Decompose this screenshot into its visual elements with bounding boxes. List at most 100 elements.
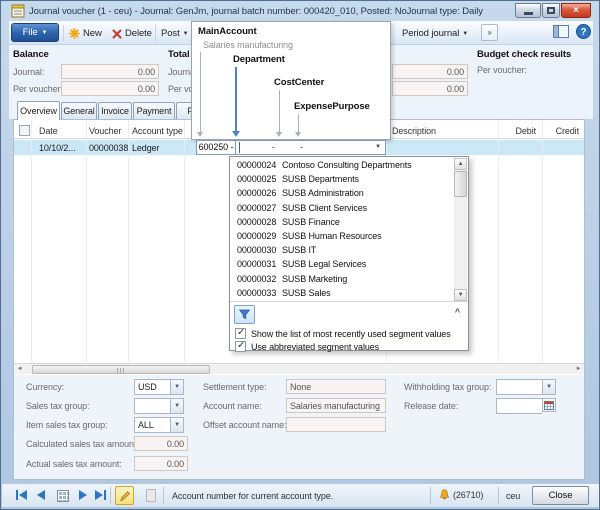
scroll-right-icon[interactable]: ► <box>573 365 584 374</box>
lookup-item[interactable]: 00000028SUSB Finance <box>230 215 455 229</box>
nav-first-record-button[interactable] <box>16 490 27 500</box>
edit-mode-button[interactable] <box>115 486 134 505</box>
lookup-item[interactable]: 00000030SUSB IT <box>230 243 455 257</box>
column-header-credit[interactable]: Credit <box>546 126 579 136</box>
horizontal-scrollbar[interactable]: ◄ ► <box>14 363 584 374</box>
department-segment-placeholder[interactable]: - <box>272 142 275 152</box>
scroll-down-icon[interactable]: ▼ <box>454 289 467 301</box>
lookup-item[interactable]: 00000024Contoso Consulting Departments <box>230 158 455 172</box>
text-cursor <box>239 142 240 153</box>
sales-tax-group-combo[interactable]: ▼ <box>134 398 184 414</box>
scroll-up-icon[interactable]: ▲ <box>454 158 467 170</box>
lookup-item[interactable]: 00000027SUSB Client Services <box>230 201 455 215</box>
svg-text:?: ? <box>580 27 586 38</box>
currency-combo[interactable]: USD ▼ <box>134 379 184 395</box>
post-button[interactable]: Post ▼ <box>161 25 188 42</box>
period-journal-button[interactable]: Period journal ▼ <box>402 25 468 42</box>
lookup-item[interactable]: 00000025SUSB Departments <box>230 172 455 186</box>
segment-pointer-arrow <box>295 132 301 137</box>
nav-previous-record-button[interactable] <box>37 490 45 500</box>
lookup-item[interactable]: 00000033SUSB Sales <box>230 286 455 300</box>
next-record-icon <box>79 490 87 500</box>
chevron-down-icon: ▼ <box>42 30 48 36</box>
actual-sales-tax-label: Actual sales tax amount: <box>26 459 122 469</box>
segment-tooltip: MainAccount Salaries manufacturing Depar… <box>191 21 391 140</box>
column-header-debit[interactable]: Debit <box>498 126 536 136</box>
recently-used-option[interactable]: Show the list of most recently used segm… <box>235 328 451 339</box>
file-menu-button[interactable]: File ▼ <box>11 23 59 42</box>
recently-used-option-label: Show the list of most recently used segm… <box>251 329 451 339</box>
scrollbar-thumb[interactable] <box>32 365 210 374</box>
segment-description: Contoso Consulting Departments <box>282 160 412 170</box>
nav-next-record-button[interactable] <box>79 490 87 500</box>
segment-description: SUSB Finance <box>282 217 340 227</box>
statusbar-separator <box>163 487 164 504</box>
new-button[interactable]: New <box>69 25 102 42</box>
segment-pointer-arrow-active <box>232 131 240 137</box>
column-header-description[interactable]: Description <box>392 126 436 136</box>
scroll-left-icon[interactable]: ◄ <box>14 365 25 374</box>
lookup-item[interactable]: 00000032SUSB Marketing <box>230 272 455 286</box>
layout-panes-icon[interactable] <box>553 25 569 38</box>
segment-description: SUSB Departments <box>282 174 359 184</box>
notifications-button[interactable]: (26710) <box>438 488 483 502</box>
delete-button[interactable]: Delete <box>112 25 152 42</box>
lookup-item[interactable]: 00000031SUSB Legal Services <box>230 257 455 271</box>
mainaccount-segment-value[interactable]: 600250 - <box>197 141 236 154</box>
close-window-button[interactable]: × <box>561 3 591 18</box>
actual-sales-tax-field: 0.00 <box>134 456 188 471</box>
nav-last-record-button[interactable] <box>95 490 106 500</box>
column-separator <box>184 120 185 363</box>
help-icon[interactable]: ? <box>576 24 591 39</box>
abbreviated-values-option[interactable]: Use abbreviated segment values <box>235 341 379 352</box>
tab-overview[interactable]: Overview <box>17 101 60 120</box>
tab-invoice[interactable]: Invoice <box>98 102 132 119</box>
total-journal-field: 0.00 <box>392 64 468 79</box>
chevron-down-icon[interactable]: ▼ <box>170 380 183 394</box>
chevron-down-icon[interactable]: ▼ <box>542 380 555 394</box>
withholding-tax-group-combo[interactable]: ▼ <box>496 379 556 395</box>
attachment-icon[interactable] <box>146 489 156 502</box>
tab-payment[interactable]: Payment <box>133 102 175 119</box>
account-segmented-entry[interactable]: 600250 - - - ▼ <box>196 140 386 155</box>
maximize-button[interactable] <box>542 3 560 18</box>
checkbox-checked-icon[interactable] <box>235 341 246 352</box>
release-date-field[interactable] <box>496 398 542 414</box>
currency-label: Currency: <box>26 382 64 392</box>
segment-description-mainaccount: Salaries manufacturing <box>203 40 293 50</box>
costcenter-segment-placeholder[interactable]: - <box>300 142 303 152</box>
column-header-voucher[interactable]: Voucher <box>89 126 121 136</box>
scrollbar-grip <box>117 368 126 373</box>
chevron-down-icon[interactable]: ▼ <box>371 141 385 154</box>
minimize-button[interactable] <box>515 3 541 18</box>
lookup-scrollbar[interactable]: ▲ ▼ <box>454 158 467 301</box>
chevron-down-icon[interactable]: ▼ <box>170 418 183 432</box>
tab-general[interactable]: General <box>61 102 97 119</box>
column-header-date[interactable]: Date <box>39 126 58 136</box>
collapse-chevron-icon[interactable]: ^ <box>455 307 460 317</box>
sales-tax-group-label: Sales tax group: <box>26 401 89 411</box>
chevron-down-icon[interactable]: ▼ <box>170 399 183 413</box>
grid-view-icon <box>57 490 69 502</box>
close-button[interactable]: Close <box>532 486 589 505</box>
calendar-button[interactable] <box>542 398 556 412</box>
nav-grid-view-button[interactable] <box>57 490 69 502</box>
column-header-account-type[interactable]: Account type <box>132 126 183 136</box>
lookup-scrollbar-thumb[interactable] <box>454 171 467 197</box>
lookup-item[interactable]: 00000029SUSB Human Resources <box>230 229 455 243</box>
offset-account-name-field <box>286 417 386 432</box>
segment-description: SUSB Human Resources <box>282 231 382 241</box>
segment-code: 00000032 <box>237 274 282 284</box>
toolbar-overflow-button[interactable]: » <box>481 24 498 41</box>
first-record-icon <box>16 490 18 500</box>
item-sales-tax-group-combo[interactable]: ALL ▼ <box>134 417 184 433</box>
checkbox-checked-icon[interactable] <box>235 328 246 339</box>
lookup-filter-row: ^ <box>230 301 468 325</box>
status-hint-text: Account number for current account type. <box>172 491 333 501</box>
filter-button[interactable] <box>234 305 255 324</box>
column-separator <box>542 120 543 363</box>
segment-name-expensepurpose: ExpensePurpose <box>294 101 370 112</box>
lookup-item[interactable]: 00000026SUSB Administration <box>230 186 455 200</box>
select-all-checkbox[interactable] <box>19 125 30 136</box>
statusbar-separator <box>430 487 431 504</box>
